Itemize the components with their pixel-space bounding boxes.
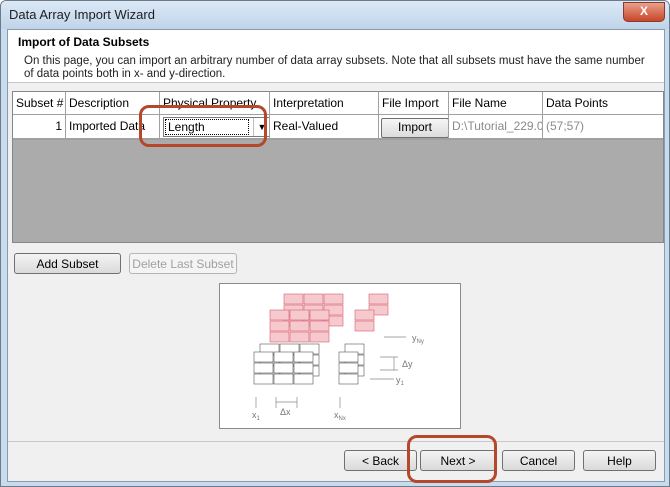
grid-cell bbox=[293, 362, 314, 374]
grid-cell bbox=[269, 320, 290, 332]
grid-cell bbox=[354, 309, 375, 321]
chevron-down-icon[interactable]: ▼ bbox=[253, 118, 269, 136]
grid-cell bbox=[253, 373, 274, 385]
physical-property-value: Length bbox=[165, 119, 249, 135]
column-header-interpretation[interactable]: Interpretation bbox=[270, 92, 379, 115]
grid-cell bbox=[269, 309, 290, 321]
physical-property-dropdown[interactable]: Length ▼ bbox=[163, 117, 269, 137]
grid-cell bbox=[368, 293, 389, 305]
cell-file-import: Import bbox=[379, 115, 449, 139]
add-subset-button[interactable]: Add Subset bbox=[14, 253, 121, 274]
grid-cell bbox=[253, 351, 274, 363]
grid-cell bbox=[323, 293, 344, 305]
grid-cell bbox=[293, 351, 314, 363]
column-header-physical-property[interactable]: Physical Property bbox=[160, 92, 270, 115]
cell-subset-number: 1 bbox=[13, 115, 66, 139]
column-header-subset[interactable]: Subset # bbox=[13, 92, 66, 115]
grid-cell bbox=[273, 362, 294, 374]
grid-cell bbox=[354, 320, 375, 332]
column-header-data-points[interactable]: Data Points bbox=[543, 92, 663, 115]
page-title: Import of Data Subsets bbox=[18, 35, 150, 49]
grid-cell bbox=[253, 362, 274, 374]
wizard-client-area: Import of Data Subsets On this page, you… bbox=[7, 29, 665, 482]
grid-cells bbox=[253, 293, 389, 385]
label-y1: y1 bbox=[396, 375, 405, 387]
grid-cell bbox=[309, 331, 330, 343]
cell-data-points: (57;57) bbox=[543, 115, 663, 139]
import-button[interactable]: Import bbox=[381, 118, 448, 138]
window-title: Data Array Import Wizard bbox=[9, 7, 155, 22]
grid-cell bbox=[309, 320, 330, 332]
grid-cell bbox=[273, 373, 294, 385]
help-button[interactable]: Help bbox=[583, 450, 656, 471]
grid-cell bbox=[293, 373, 314, 385]
grid-cell bbox=[289, 320, 310, 332]
label-dx: Δx bbox=[280, 407, 291, 417]
cell-description[interactable]: Imported Data bbox=[66, 115, 160, 139]
cell-file-name[interactable]: D:\Tutorial_229.0 bbox=[449, 115, 543, 139]
grid-cell bbox=[338, 351, 359, 363]
label-dy: Δy bbox=[402, 359, 413, 369]
column-header-file-import[interactable]: File Import bbox=[379, 92, 449, 115]
data-array-diagram: yNy Δy y1 x1 Δx xNx bbox=[219, 283, 461, 429]
column-header-description[interactable]: Description bbox=[66, 92, 160, 115]
back-button[interactable]: < Back bbox=[344, 450, 417, 471]
page-header: Import of Data Subsets On this page, you… bbox=[8, 30, 664, 83]
cancel-button[interactable]: Cancel bbox=[502, 450, 575, 471]
label-y-top: yNy bbox=[412, 333, 424, 345]
grid-illustration: yNy Δy y1 x1 Δx xNx bbox=[252, 293, 424, 422]
table-row[interactable]: 1 Imported Data Length ▼ Real-Valued Imp… bbox=[13, 115, 663, 140]
grid-cell bbox=[273, 351, 294, 363]
delete-last-subset-button[interactable]: Delete Last Subset bbox=[129, 253, 237, 274]
grid-cell bbox=[289, 309, 310, 321]
label-xN: xNx bbox=[334, 410, 346, 422]
close-button[interactable]: X bbox=[623, 2, 665, 22]
cell-physical-property[interactable]: Length ▼ bbox=[160, 115, 270, 139]
subsets-table[interactable]: Subset # Description Physical Property I… bbox=[12, 91, 664, 243]
footer-separator bbox=[8, 441, 664, 442]
grid-cell bbox=[303, 293, 324, 305]
grid-cell bbox=[289, 331, 310, 343]
page-description: On this page, you can import an arbitrar… bbox=[24, 55, 645, 80]
next-button[interactable]: Next > bbox=[420, 450, 496, 471]
label-x1: x1 bbox=[252, 410, 261, 422]
grid-cell bbox=[283, 293, 304, 305]
wizard-window: Data Array Import Wizard X Import of Dat… bbox=[0, 0, 670, 487]
grid-cell bbox=[338, 362, 359, 374]
column-header-file-name[interactable]: File Name bbox=[449, 92, 543, 115]
grid-cell bbox=[338, 373, 359, 385]
title-bar[interactable]: Data Array Import Wizard X bbox=[1, 1, 669, 29]
table-header: Subset # Description Physical Property I… bbox=[13, 92, 663, 115]
grid-cell bbox=[269, 331, 290, 343]
cell-interpretation[interactable]: Real-Valued bbox=[270, 115, 379, 139]
grid-cell bbox=[309, 309, 330, 321]
